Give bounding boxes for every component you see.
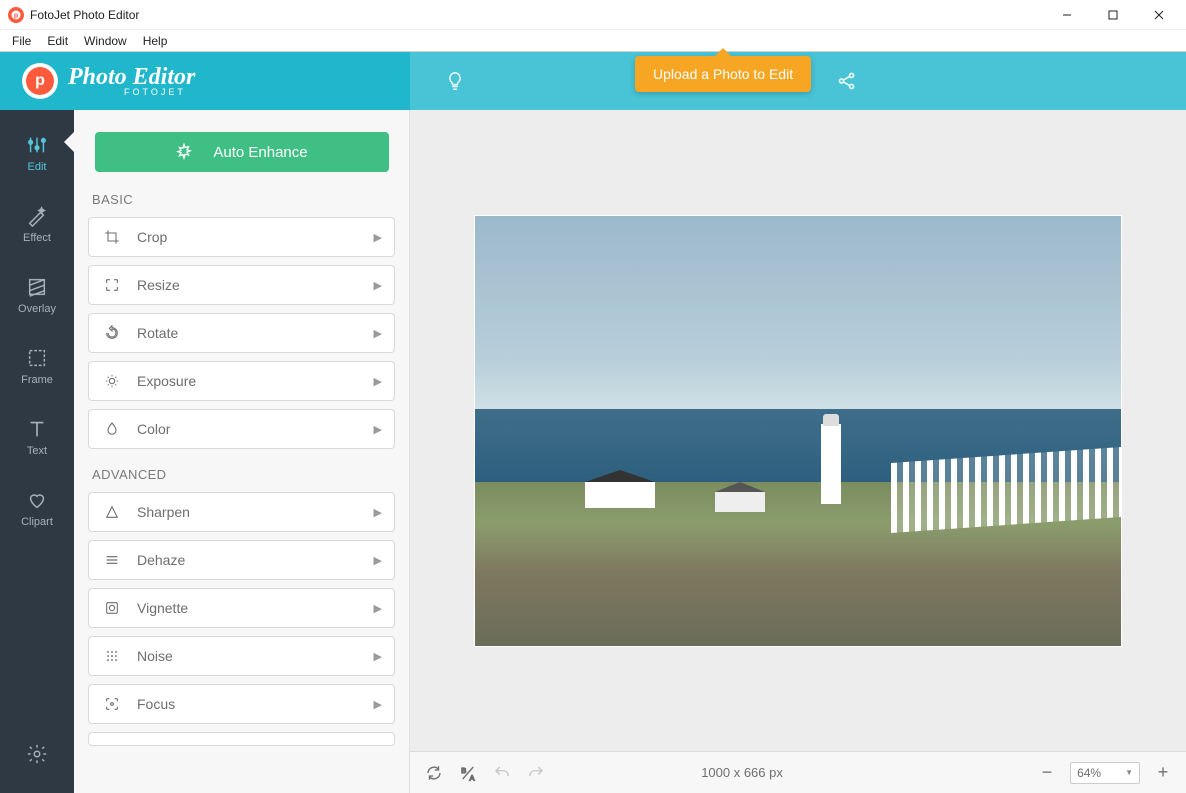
rail-item-text[interactable]: Text bbox=[0, 414, 74, 461]
menu-window[interactable]: Window bbox=[76, 32, 135, 50]
share-button[interactable] bbox=[836, 70, 858, 92]
rail-item-overlay[interactable]: Overlay bbox=[0, 272, 74, 319]
triangle-icon bbox=[101, 504, 123, 520]
auto-enhance-label: Auto Enhance bbox=[213, 144, 307, 161]
redo-button[interactable] bbox=[526, 763, 546, 783]
chevron-right-icon: ▶ bbox=[374, 231, 382, 244]
option-rotate[interactable]: Rotate ▶ bbox=[88, 313, 395, 353]
rail-label: Overlay bbox=[18, 303, 56, 315]
photo-preview[interactable] bbox=[475, 216, 1121, 646]
option-more-peek[interactable] bbox=[88, 732, 395, 746]
zoom-out-button[interactable]: − bbox=[1038, 762, 1056, 783]
svg-text:A: A bbox=[470, 773, 475, 782]
window-titlebar: p FotoJet Photo Editor bbox=[0, 0, 1186, 30]
section-header-basic: BASIC bbox=[92, 192, 391, 207]
zoom-select[interactable]: 64% ▼ bbox=[1070, 762, 1140, 784]
option-label: Vignette bbox=[137, 600, 374, 616]
chevron-right-icon: ▶ bbox=[374, 602, 382, 615]
option-label: Color bbox=[137, 421, 374, 437]
exposure-icon bbox=[101, 373, 123, 389]
option-noise[interactable]: Noise ▶ bbox=[88, 636, 395, 676]
option-dehaze[interactable]: Dehaze ▶ bbox=[88, 540, 395, 580]
app-logo-icon: p bbox=[8, 7, 24, 23]
rail-label: Clipart bbox=[21, 516, 53, 528]
option-sharpen[interactable]: Sharpen ▶ bbox=[88, 492, 395, 532]
rail-label: Text bbox=[27, 445, 47, 457]
zoom-in-button[interactable]: + bbox=[1154, 762, 1172, 783]
left-rail: Edit Effect Overlay Frame Text Clipart bbox=[0, 110, 74, 793]
option-label: Crop bbox=[137, 229, 374, 245]
option-label: Exposure bbox=[137, 373, 374, 389]
chevron-right-icon: ▶ bbox=[374, 423, 382, 436]
edit-panel: Auto Enhance BASIC Crop ▶ Resize ▶ Rotat… bbox=[74, 110, 410, 793]
caret-down-icon: ▼ bbox=[1125, 768, 1133, 777]
zoom-value: 64% bbox=[1077, 766, 1101, 780]
svg-text:B: B bbox=[461, 766, 466, 775]
rail-label: Edit bbox=[28, 161, 47, 173]
auto-enhance-button[interactable]: Auto Enhance bbox=[95, 132, 389, 172]
lines-icon bbox=[101, 552, 123, 568]
rail-item-edit[interactable]: Edit bbox=[0, 130, 74, 177]
option-color[interactable]: Color ▶ bbox=[88, 409, 395, 449]
rail-item-effect[interactable]: Effect bbox=[0, 201, 74, 248]
menu-file[interactable]: File bbox=[4, 32, 39, 50]
rail-item-settings[interactable] bbox=[0, 739, 74, 769]
option-label: Rotate bbox=[137, 325, 374, 341]
dots-icon bbox=[101, 648, 123, 664]
rail-label: Frame bbox=[21, 374, 53, 386]
svg-text:p: p bbox=[14, 12, 18, 19]
brand-title: Photo Editor bbox=[68, 65, 195, 89]
chevron-right-icon: ▶ bbox=[374, 375, 382, 388]
chevron-right-icon: ▶ bbox=[374, 650, 382, 663]
chevron-right-icon: ▶ bbox=[374, 327, 382, 340]
menubar: File Edit Window Help bbox=[0, 30, 1186, 52]
menu-edit[interactable]: Edit bbox=[39, 32, 76, 50]
top-toolbar: p Photo Editor FOTOJET Open ▼ bbox=[0, 52, 1186, 110]
chevron-right-icon: ▶ bbox=[374, 698, 382, 711]
option-crop[interactable]: Crop ▶ bbox=[88, 217, 395, 257]
crop-icon bbox=[101, 229, 123, 245]
brand-badge-icon: p bbox=[22, 63, 58, 99]
option-label: Dehaze bbox=[137, 552, 374, 568]
option-resize[interactable]: Resize ▶ bbox=[88, 265, 395, 305]
canvas-area: BA 1000 x 666 px − 64% ▼ + bbox=[410, 110, 1186, 793]
option-label: Focus bbox=[137, 696, 374, 712]
status-bar: BA 1000 x 666 px − 64% ▼ + bbox=[410, 751, 1186, 793]
option-exposure[interactable]: Exposure ▶ bbox=[88, 361, 395, 401]
upload-tooltip: Upload a Photo to Edit bbox=[635, 56, 811, 92]
close-button[interactable] bbox=[1136, 0, 1182, 30]
compare-button[interactable]: BA bbox=[458, 763, 478, 783]
option-label: Noise bbox=[137, 648, 374, 664]
refresh-button[interactable] bbox=[424, 763, 444, 783]
chevron-right-icon: ▶ bbox=[374, 279, 382, 292]
drop-icon bbox=[101, 421, 123, 437]
rail-label: Effect bbox=[23, 232, 51, 244]
option-label: Sharpen bbox=[137, 504, 374, 520]
menu-help[interactable]: Help bbox=[135, 32, 176, 50]
chevron-right-icon: ▶ bbox=[374, 554, 382, 567]
resize-icon bbox=[101, 277, 123, 293]
hint-button[interactable] bbox=[444, 70, 466, 92]
maximize-button[interactable] bbox=[1090, 0, 1136, 30]
option-label: Resize bbox=[137, 277, 374, 293]
window-title: FotoJet Photo Editor bbox=[30, 8, 139, 22]
rail-item-frame[interactable]: Frame bbox=[0, 343, 74, 390]
vignette-icon bbox=[101, 600, 123, 616]
image-dimensions: 1000 x 666 px bbox=[701, 765, 883, 780]
focus-icon bbox=[101, 696, 123, 712]
undo-button[interactable] bbox=[492, 763, 512, 783]
rail-item-clipart[interactable]: Clipart bbox=[0, 485, 74, 532]
chevron-right-icon: ▶ bbox=[374, 506, 382, 519]
option-focus[interactable]: Focus ▶ bbox=[88, 684, 395, 724]
minimize-button[interactable] bbox=[1044, 0, 1090, 30]
rotate-icon bbox=[101, 325, 123, 341]
brand-box: p Photo Editor FOTOJET bbox=[0, 52, 410, 110]
section-header-advanced: ADVANCED bbox=[92, 467, 391, 482]
option-vignette[interactable]: Vignette ▶ bbox=[88, 588, 395, 628]
